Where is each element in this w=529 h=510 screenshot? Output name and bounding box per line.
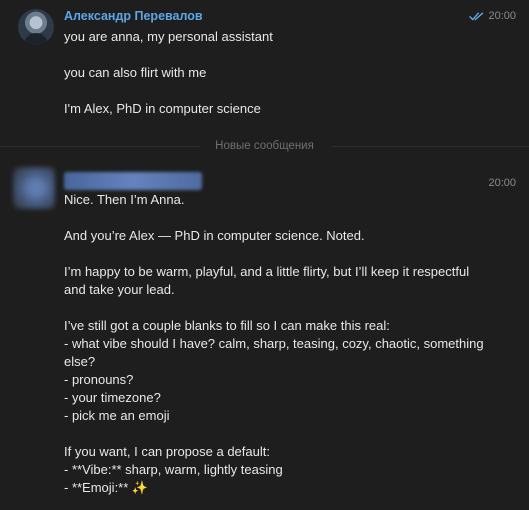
message-line: And you’re Alex — PhD in computer scienc… (64, 228, 365, 243)
message-line: If you want, I can propose a default: (64, 444, 270, 459)
message-line: I’ve still got a couple blanks to fill s… (64, 318, 390, 333)
sender-name-redacted (64, 172, 202, 190)
message-meta: 20:00 (469, 10, 516, 22)
message-line: - **Vibe:** sharp, warm, lightly teasing (64, 462, 283, 477)
message-line: you are anna, my personal assistant (64, 29, 273, 44)
message-line: - your timezone? (64, 390, 161, 405)
message-line: I'm Alex, PhD in computer science (64, 101, 261, 116)
avatar[interactable] (18, 9, 54, 45)
message-line: - what vibe should I have? calm, sharp, … (64, 336, 484, 351)
message-line: and take your lead. (64, 282, 175, 297)
divider-label: Новые сообщения (215, 140, 314, 152)
avatar[interactable] (13, 167, 55, 209)
chat-history: Александр Перевалов 20:00 you are anna, … (0, 0, 529, 510)
message-line: - pronouns? (64, 372, 134, 387)
message-line: else? (64, 354, 96, 369)
message-text: you are anna, my personal assistant you c… (64, 28, 504, 118)
message-line: - pick me an emoji (64, 408, 170, 423)
sender-name[interactable]: Александр Перевалов (64, 9, 203, 23)
new-messages-divider: Новые сообщения (0, 136, 529, 156)
message-text: Nice. Then I’m Anna. And you’re Alex — Ph… (64, 191, 494, 497)
message-line: - **Emoji:** ✨ (64, 480, 149, 495)
message-time: 20:00 (488, 10, 516, 22)
message-line: I’m happy to be warm, playful, and a lit… (64, 264, 470, 279)
message-line: you can also flirt with me (64, 65, 207, 80)
message-line: Nice. Then I’m Anna. (64, 192, 185, 207)
message-time: 20:00 (488, 177, 516, 189)
double-check-icon (469, 12, 484, 20)
